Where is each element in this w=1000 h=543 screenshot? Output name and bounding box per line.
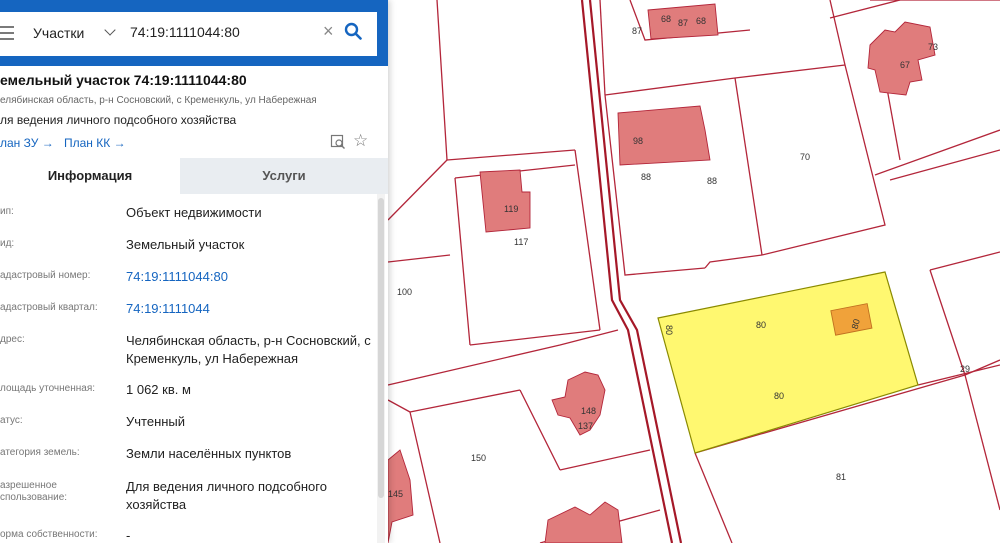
- info-label: орма собственности:: [0, 529, 98, 540]
- parcel-title: емельный участок 74:19:1111044:80: [0, 72, 247, 88]
- search-bar: Участки ×: [0, 0, 388, 66]
- info-value: Земельный участок: [126, 237, 245, 252]
- info-label: ип:: [0, 206, 14, 217]
- collapse-panel-button[interactable]: [386, 20, 388, 44]
- tab-information[interactable]: Информация: [0, 158, 180, 194]
- map-label: 68: [696, 16, 706, 26]
- map-label: 80: [774, 391, 784, 401]
- info-value: Для ведения личного подсобного хозяйства: [126, 479, 327, 512]
- info-label: атегория земель:: [0, 447, 80, 458]
- info-value: Земли населённых пунктов: [126, 446, 292, 461]
- map-label: 117: [514, 237, 528, 247]
- info-label: дрес:: [0, 334, 25, 345]
- info-value: Челябинская область, р-н Сосновский, с К…: [126, 333, 371, 366]
- cadastral-number-link[interactable]: 74:19:1111044:80: [126, 268, 374, 286]
- map-label: 150: [471, 453, 486, 463]
- map-label: 148: [581, 406, 596, 416]
- close-icon[interactable]: ×: [323, 22, 334, 40]
- search-type-select[interactable]: Участки: [33, 25, 84, 41]
- map-label: 87: [632, 26, 642, 36]
- info-label: адастровый номер:: [0, 270, 91, 281]
- tab-services[interactable]: Услуги: [180, 158, 388, 194]
- map-label: 145: [388, 489, 403, 499]
- cadastral-quarter-link[interactable]: 74:19:1111044: [126, 300, 374, 318]
- map-label: 68: [661, 14, 671, 24]
- info-value: Учтенный: [126, 414, 186, 429]
- search-box: Участки ×: [0, 12, 377, 56]
- map-label: 100: [397, 287, 412, 297]
- parcel-info-panel: Участки × емельный участок 74:19:1111044…: [0, 0, 388, 543]
- map-label: 29: [960, 364, 970, 374]
- plan-kk-link[interactable]: План КК →: [64, 136, 126, 150]
- scrollbar[interactable]: [377, 194, 385, 543]
- map-label: 81: [836, 472, 846, 482]
- plan-zu-link[interactable]: лан ЗУ →: [0, 136, 54, 150]
- info-label: спользование:: [0, 492, 68, 503]
- parcel-address: елябинская область, р-н Сосновский, с Кр…: [0, 95, 317, 106]
- search-input[interactable]: [130, 24, 320, 40]
- parcel-purpose: ля ведения личного подсобного хозяйства: [0, 113, 237, 127]
- menu-icon[interactable]: [0, 26, 14, 40]
- zoom-to-object-icon[interactable]: [330, 134, 346, 150]
- map-label: 80: [756, 320, 766, 330]
- chevron-down-icon[interactable]: [104, 24, 116, 36]
- info-label: ид:: [0, 238, 15, 249]
- map-label: 80: [664, 325, 674, 335]
- info-label: азрешенное: [0, 480, 57, 491]
- map-label: 70: [800, 152, 810, 162]
- info-value: Объект недвижимости: [126, 205, 262, 220]
- map-label: 73: [928, 42, 938, 52]
- map-label: 98: [633, 136, 643, 146]
- map-label: 87: [678, 18, 688, 28]
- map-label: 119: [504, 204, 518, 214]
- map-label: 88: [641, 172, 651, 182]
- star-icon[interactable]: ☆: [353, 132, 368, 149]
- info-label: атус:: [0, 415, 23, 426]
- info-value: 1 062 кв. м: [126, 382, 191, 397]
- map-label: 88: [707, 176, 717, 186]
- panel-tabs: Информация Услуги: [0, 158, 388, 194]
- info-value: -: [126, 528, 131, 543]
- map-label: 137: [578, 421, 593, 431]
- search-icon[interactable]: [344, 22, 362, 40]
- info-label: лощадь уточненная:: [0, 383, 96, 394]
- info-label: адастровый квартал:: [0, 302, 98, 313]
- map-label: 67: [900, 60, 910, 70]
